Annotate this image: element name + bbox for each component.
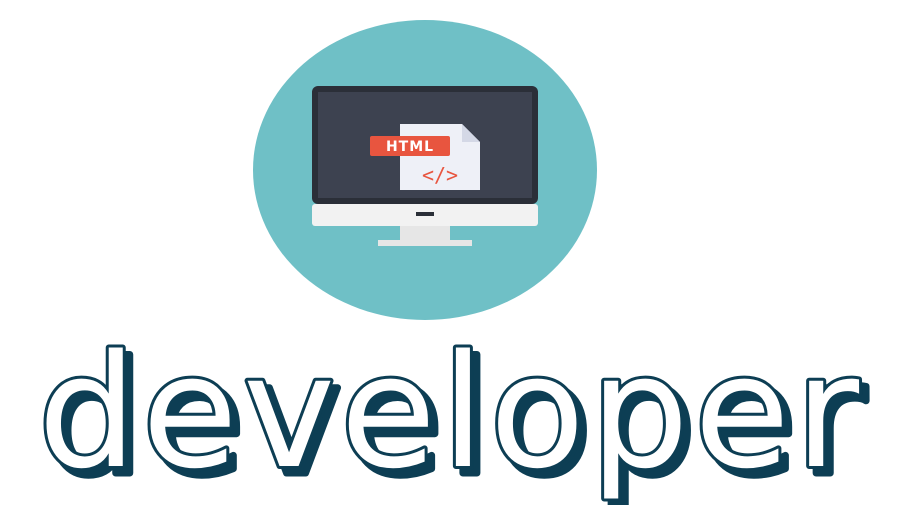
monitor-base [378, 240, 472, 246]
page-title: developer [38, 330, 864, 503]
code-brackets-icon: </> [422, 163, 458, 187]
logo-graphic: HTML </> [253, 20, 597, 320]
monitor-camera [416, 212, 434, 216]
page: HTML </> developer developer [0, 0, 910, 510]
monitor-neck [400, 226, 450, 240]
wordmark: developer developer [0, 330, 910, 505]
wordmark-graphic: developer developer [35, 330, 870, 505]
html-badge-label: HTML [386, 139, 434, 155]
developer-logo-icon: HTML </> [250, 10, 600, 330]
